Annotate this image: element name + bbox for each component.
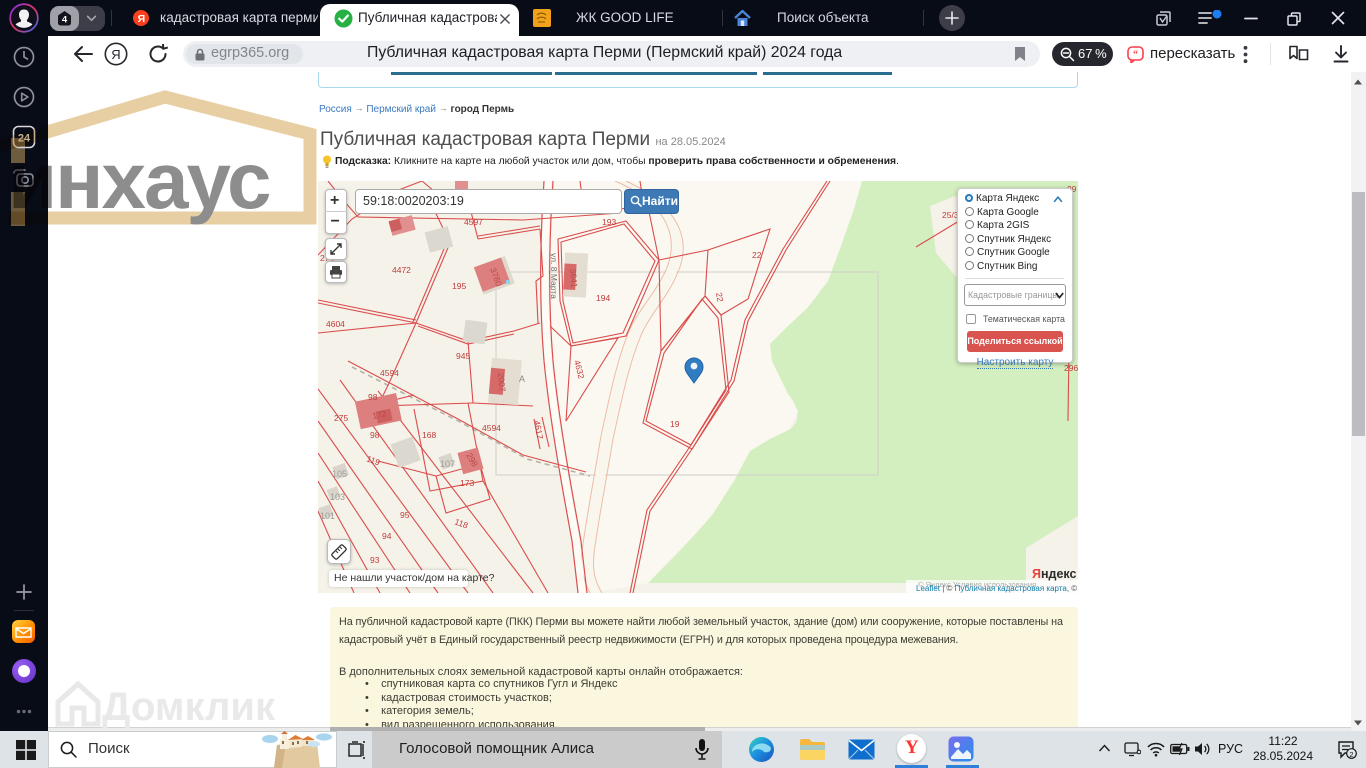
svg-text:“: “ [1133, 50, 1138, 61]
svg-text:19: 19 [670, 419, 680, 429]
svg-text:194: 194 [596, 293, 610, 303]
svg-text:98: 98 [370, 430, 380, 440]
svg-text:95: 95 [400, 510, 410, 520]
svg-text:4604: 4604 [326, 319, 345, 329]
svg-text:22: 22 [752, 250, 762, 260]
svg-text:А: А [519, 374, 525, 384]
svg-text:Leaflet | © Публичная кадастро: Leaflet | © Публичная кадастровая карта,… [916, 584, 1077, 593]
svg-text:Я: Я [111, 47, 120, 62]
svg-text:193: 193 [602, 217, 616, 227]
svg-text:4597: 4597 [464, 217, 483, 227]
svg-text:Я: Я [138, 13, 146, 25]
svg-text:173: 173 [460, 478, 474, 488]
svg-text:101: 101 [320, 511, 335, 521]
svg-text:4594: 4594 [380, 368, 399, 378]
svg-text:168: 168 [422, 430, 436, 440]
svg-text:103: 103 [330, 492, 345, 502]
svg-text:ул. 8 Марта: ул. 8 Марта [549, 253, 559, 299]
svg-text:4: 4 [62, 15, 68, 26]
svg-text:4594: 4594 [482, 423, 501, 433]
svg-text:119: 119 [365, 453, 381, 467]
svg-text:94: 94 [382, 531, 392, 541]
svg-text:2: 2 [1349, 750, 1353, 759]
svg-text:275: 275 [334, 413, 348, 423]
svg-text:4617: 4617 [532, 420, 545, 441]
svg-text:98: 98 [368, 392, 378, 402]
svg-text:22: 22 [714, 292, 726, 303]
svg-text:118: 118 [453, 516, 469, 530]
svg-text:Яндекс: Яндекс [1032, 567, 1077, 581]
svg-text:93: 93 [370, 555, 380, 565]
svg-text:945: 945 [456, 351, 470, 361]
svg-text:105: 105 [332, 469, 347, 479]
svg-text:24: 24 [18, 133, 31, 145]
svg-text:4472: 4472 [392, 265, 411, 275]
svg-text:3641: 3641 [568, 268, 580, 288]
svg-text:195: 195 [452, 281, 466, 291]
svg-text:2007: 2007 [496, 372, 508, 392]
svg-text:107: 107 [440, 459, 455, 469]
